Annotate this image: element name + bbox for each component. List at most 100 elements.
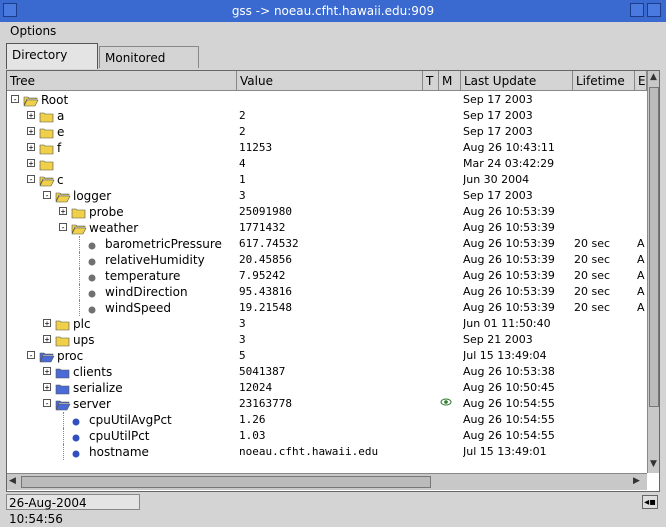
extra-flag: A (637, 253, 645, 266)
horizontal-scrollbar[interactable]: ◀ ▶ (7, 473, 647, 490)
scroll-right-icon[interactable]: ▶ (633, 476, 640, 486)
expand-icon[interactable]: + (43, 383, 51, 392)
horizontal-scroll-thumb[interactable] (21, 476, 431, 488)
tree-row[interactable]: windSpeed 19.21548 Aug 26 10:53:39 20 sec A (7, 300, 647, 316)
last-update: Aug 26 10:43:11 (463, 141, 555, 154)
column-header-t[interactable]: T (423, 71, 439, 91)
collapse-icon[interactable]: - (11, 95, 19, 104)
tree-row[interactable]: - c 1 Jun 30 2004 (7, 172, 647, 188)
menu-options[interactable]: Options (10, 24, 56, 38)
extra-flag (637, 332, 647, 348)
node-value: 3 (239, 189, 246, 202)
tree-row[interactable]: + e 2 Sep 17 2003 (7, 124, 647, 140)
tree-row[interactable]: cpuUtilAvgPct 1.26 Aug 26 10:54:55 (7, 412, 647, 428)
node-value: 617.74532 (239, 237, 299, 250)
connection-status-icon[interactable]: ◂▪ (642, 495, 658, 509)
extra-flag (637, 156, 647, 172)
node-value: 1 (239, 173, 246, 186)
scroll-down-icon[interactable]: ▼ (650, 459, 657, 469)
lifetime (574, 428, 634, 444)
tree-row[interactable]: + f 11253 Aug 26 10:43:11 (7, 140, 647, 156)
close-button[interactable] (647, 3, 661, 17)
tree-row[interactable]: hostname noeau.cfht.hawaii.edu Jul 15 13:4… (7, 444, 647, 460)
tree-node-label: cpuUtilAvgPct (89, 413, 172, 427)
node-value: 5 (239, 349, 246, 362)
tree-row[interactable]: - server 23163778 Aug 26 10:54:55 (7, 396, 647, 412)
last-update: Sep 17 2003 (463, 125, 533, 138)
scroll-up-icon[interactable]: ▲ (650, 72, 657, 82)
extra-flag (637, 124, 647, 140)
tree-row[interactable]: +4 Mar 24 03:42:29 (7, 156, 647, 172)
last-update: Aug 26 10:53:39 (463, 205, 555, 218)
expand-icon[interactable]: + (27, 143, 35, 152)
tree-row[interactable]: + a 2 Sep 17 2003 (7, 108, 647, 124)
last-update: Aug 26 10:53:39 (463, 253, 555, 266)
window-title: gss -> noeau.cfht.hawaii.edu:909 (231, 4, 435, 18)
lifetime: 20 sec (574, 301, 611, 314)
expand-icon[interactable]: + (43, 367, 51, 376)
column-header-lifetime[interactable]: Lifetime (573, 71, 635, 91)
last-update: Aug 26 10:53:39 (463, 237, 555, 250)
expand-icon[interactable]: + (59, 207, 67, 216)
status-datetime: 26-Aug-2004 10:54:56 (6, 494, 140, 526)
tree-node-label: windSpeed (105, 301, 171, 315)
tree-row[interactable]: relativeHumidity 20.45856 Aug 26 10:53:39 2… (7, 252, 647, 268)
tree-row[interactable]: windDirection 95.43816 Aug 26 10:53:39 20 s… (7, 284, 647, 300)
tree-row[interactable]: - proc 5 Jul 15 13:49:04 (7, 348, 647, 364)
vertical-scroll-thumb[interactable] (649, 87, 659, 407)
last-update: Jul 15 13:49:04 (463, 349, 547, 362)
tree-node-label: c (57, 173, 64, 187)
column-header-last-update[interactable]: Last Update (461, 71, 573, 91)
expand-icon[interactable]: + (27, 127, 35, 136)
tree-row[interactable]: - logger 3 Sep 17 2003 (7, 188, 647, 204)
expand-icon[interactable]: + (27, 111, 35, 120)
column-header-m[interactable]: M (439, 71, 461, 91)
node-value: 25091980 (239, 205, 292, 218)
tree-row[interactable]: + ups 3 Sep 21 2003 (7, 332, 647, 348)
tree-row[interactable]: + plc 3 Jun 01 11:50:40 (7, 316, 647, 332)
node-value: 23163778 (239, 397, 292, 410)
collapse-icon[interactable]: - (27, 175, 35, 184)
lifetime (574, 92, 634, 108)
tree-node-label: serialize (73, 381, 123, 395)
tree-row[interactable]: barometricPressure 617.74532 Aug 26 10:53:… (7, 236, 647, 252)
column-header-extra[interactable]: E (635, 71, 647, 91)
window-titlebar[interactable]: gss -> noeau.cfht.hawaii.edu:909 (0, 0, 666, 22)
collapse-icon[interactable]: - (43, 399, 51, 408)
column-header-tree[interactable]: Tree (7, 71, 237, 91)
tree-node-label: windDirection (105, 285, 188, 299)
tree-row[interactable]: + serialize 12024 Aug 26 10:50:45 (7, 380, 647, 396)
collapse-icon[interactable]: - (43, 191, 51, 200)
tree-rows: - Root Sep 17 2003 + a 2 Sep 17 2003 + e 2 Sep 17 … (7, 92, 647, 472)
node-value: noeau.cfht.hawaii.edu (239, 445, 379, 458)
tree-row[interactable]: - weather 1771432 Aug 26 10:53:39 (7, 220, 647, 236)
lifetime (574, 348, 634, 364)
monitored-eye-icon[interactable] (440, 396, 460, 412)
column-header-value[interactable]: Value (237, 71, 423, 91)
tab-monitored-data[interactable]: Monitored Data (99, 46, 199, 87)
tree-row[interactable]: cpuUtilPct 1.03 Aug 26 10:54:55 (7, 428, 647, 444)
extra-flag (637, 348, 647, 364)
expand-icon[interactable]: + (43, 319, 51, 328)
tree-row[interactable]: + probe 25091980 Aug 26 10:53:39 (7, 204, 647, 220)
last-update: Jun 30 2004 (463, 173, 530, 186)
node-value: 3 (239, 333, 246, 346)
lifetime (574, 188, 634, 204)
tab-directory-view[interactable]: Directory View (6, 43, 98, 84)
vertical-scrollbar[interactable]: ▲ ▼ (647, 71, 659, 473)
tree-node-label: ups (73, 333, 95, 347)
lifetime (574, 412, 634, 428)
scroll-left-icon[interactable]: ◀ (9, 476, 16, 486)
tree-row[interactable]: - Root Sep 17 2003 (7, 92, 647, 108)
tree-guide-line (63, 412, 64, 428)
collapse-icon[interactable]: - (59, 223, 67, 232)
minimize-button[interactable] (630, 3, 644, 17)
collapse-icon[interactable]: - (27, 351, 35, 360)
expand-icon[interactable]: + (27, 159, 35, 168)
expand-icon[interactable]: + (43, 335, 51, 344)
tree-row[interactable]: + clients 5041387 Aug 26 10:53:38 (7, 364, 647, 380)
tree-row[interactable]: temperature 7.95242 Aug 26 10:53:39 20 sec A (7, 268, 647, 284)
extra-flag (637, 412, 647, 428)
last-update: Aug 26 10:53:39 (463, 221, 555, 234)
menu-bar: Options (0, 22, 666, 42)
